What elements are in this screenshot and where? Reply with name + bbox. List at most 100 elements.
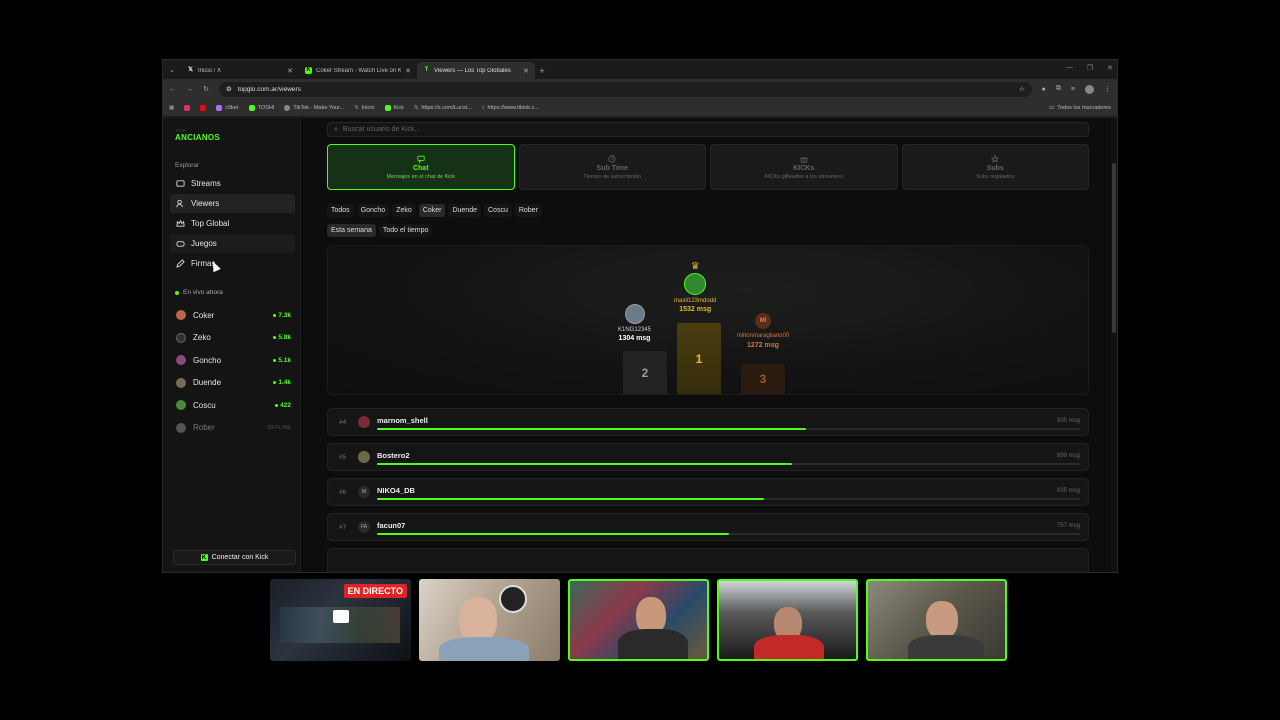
- podium-first[interactable]: ♛ maxii123mdodd 1532 msg: [674, 262, 717, 314]
- ranking-name: marnom_shell: [377, 416, 428, 425]
- streamer-coscu[interactable]: Coscu 422: [170, 394, 295, 417]
- podium-msg: 1532 msg: [679, 306, 712, 313]
- period-all-time[interactable]: Todo el tiempo: [378, 224, 433, 237]
- ranking-row[interactable]: #4 marnom_shell 935 msg: [327, 408, 1089, 436]
- back-icon[interactable]: ←: [169, 86, 176, 93]
- close-window-icon[interactable]: ✕: [1107, 64, 1113, 72]
- card-kicks[interactable]: KICKs KICKs gifteados a los streamers: [710, 144, 898, 190]
- nav-label: Top Global: [191, 219, 230, 228]
- reload-icon[interactable]: ↻: [203, 85, 209, 93]
- tab-viewers[interactable]: T Viewers — Los Top Globales ✕: [417, 62, 535, 79]
- close-tab-icon[interactable]: ✕: [405, 67, 411, 75]
- streamer-zeko[interactable]: Zeko 5.8k: [170, 327, 295, 350]
- rank-number: #5: [339, 454, 347, 461]
- bookmark-star-icon[interactable]: ☆: [1019, 85, 1025, 93]
- scrollbar-thumb[interactable]: [1112, 163, 1116, 333]
- streamer-coker[interactable]: Coker 7.3k: [170, 304, 295, 327]
- ranking-row[interactable]: #6 NI NIKO4_DB 835 msg: [327, 478, 1089, 506]
- webcam-2: [568, 579, 709, 661]
- ranking-msg: 935 msg: [1056, 418, 1080, 424]
- media-icon[interactable]: ≡: [1071, 86, 1075, 93]
- nav-top-global[interactable]: Top Global: [170, 214, 295, 233]
- x-icon: 𝕏: [188, 67, 193, 73]
- all-bookmarks[interactable]: ▭ Todos los marcadores: [1049, 105, 1111, 111]
- progress-bar: [377, 498, 764, 500]
- avatar: [176, 332, 186, 343]
- search-input[interactable]: ⌕ Buscar usuario de Kick...: [327, 122, 1089, 137]
- ranking-row[interactable]: #7 FA facun07 757 msg: [327, 513, 1089, 541]
- bookmark[interactable]: [184, 104, 191, 111]
- extension-icon[interactable]: ●: [1042, 86, 1046, 93]
- streamer-name: Coscu: [193, 400, 216, 410]
- bookmark[interactable]: ♪ https://www.tiktok.c...: [482, 105, 539, 111]
- bookmarks-bar: ▦ c0ker TOSHI TikTok - Make Your... 𝕏 Ini…: [163, 99, 1117, 117]
- section-title: Explorar: [175, 162, 200, 169]
- filter-todos[interactable]: Todos: [327, 204, 354, 217]
- ranking-row[interactable]: #5 Bostero2 898 msg: [327, 443, 1089, 471]
- bookmark[interactable]: [200, 104, 207, 111]
- streamer-rober[interactable]: Rober OFFLINE: [170, 417, 295, 440]
- tab-x[interactable]: 𝕏 Inicio / X ✕: [181, 62, 299, 79]
- apps-icon[interactable]: ▦: [169, 105, 174, 111]
- nav-label: Viewers: [191, 199, 220, 208]
- address-bar[interactable]: ⚙ topglo.com.ar/viewers ☆: [218, 81, 1032, 97]
- filter-goncho[interactable]: Goncho: [356, 204, 390, 217]
- tab-search-icon[interactable]: ⌄: [163, 60, 181, 79]
- profile-avatar[interactable]: [1085, 84, 1094, 94]
- bookmark[interactable]: Kick: [384, 104, 404, 111]
- gift-icon: [800, 157, 807, 163]
- filter-coker[interactable]: Coker: [418, 204, 446, 217]
- avatar: [176, 400, 186, 411]
- progress-bar: [377, 533, 729, 535]
- filter-coscu[interactable]: Coscu: [484, 204, 512, 217]
- card-sub-time[interactable]: Sub Time Tiempo de subscripción: [518, 144, 706, 190]
- connect-label: Conectar con Kick: [211, 554, 269, 561]
- kick-icon: [384, 104, 391, 111]
- nav-streams[interactable]: Streams: [170, 174, 295, 193]
- bookmark[interactable]: TikTok - Make Your...: [284, 104, 344, 111]
- bookmark-label: c0ker: [225, 104, 239, 111]
- card-title: Chat: [412, 164, 429, 172]
- period-week[interactable]: Esta semana: [327, 224, 376, 237]
- metric-cards: Chat Mensajes en el chat de Kick Sub Tim…: [327, 144, 1089, 190]
- forward-icon[interactable]: →: [186, 86, 193, 93]
- card-chat[interactable]: Chat Mensajes en el chat de Kick: [327, 144, 515, 190]
- puzzle-icon[interactable]: ⧉: [1056, 85, 1061, 93]
- new-tab-button[interactable]: +: [535, 62, 549, 79]
- podium-name: maxii123mdodd: [674, 298, 717, 304]
- nav-viewers[interactable]: Viewers: [170, 194, 295, 213]
- site-info-icon[interactable]: ⚙: [226, 85, 232, 93]
- card-title: KICKs: [793, 164, 815, 172]
- streamer-duende[interactable]: Duende 1.4k: [170, 372, 295, 395]
- bookmark[interactable]: TOSHI: [248, 104, 274, 111]
- filter-zeko[interactable]: Zeko: [392, 204, 416, 217]
- avatar: FA: [358, 521, 370, 533]
- connect-kick-button[interactable]: K Conectar con Kick: [173, 550, 296, 565]
- filter-rober[interactable]: Rober: [514, 204, 542, 217]
- browser-menu-icon[interactable]: ⋮: [1104, 85, 1111, 93]
- ranking-row[interactable]: [327, 548, 1089, 572]
- brand-logo[interactable]: ANCIANOS: [175, 133, 295, 142]
- tab-kick[interactable]: K Coker Stream - Watch Live on Kick ✕: [299, 62, 417, 79]
- card-subs[interactable]: Subs Subs regalados: [901, 144, 1089, 190]
- live-dot-icon: [175, 290, 179, 295]
- minimize-icon[interactable]: —: [1066, 64, 1073, 72]
- filter-duende[interactable]: Duende: [448, 204, 481, 217]
- close-tab-icon[interactable]: ✕: [287, 67, 293, 75]
- bookmark[interactable]: 𝕏 Inicio: [354, 105, 374, 111]
- tab-title: Viewers — Los Top Globales: [434, 67, 511, 74]
- restore-icon[interactable]: ❐: [1087, 64, 1093, 72]
- bookmark[interactable]: c0ker: [216, 104, 239, 111]
- nav-juegos[interactable]: Juegos: [170, 234, 295, 253]
- bookmark[interactable]: 𝕏https://x.com/Lucst...: [414, 105, 472, 111]
- streamer-goncho[interactable]: Goncho 5.1k: [170, 349, 295, 372]
- avatar: [684, 273, 707, 295]
- live-now-header: En vivo ahora: [175, 289, 295, 296]
- bookmark-label: Kick: [393, 104, 404, 111]
- nav-firmas[interactable]: Firmas: [170, 254, 295, 273]
- avatar: MI: [755, 313, 771, 329]
- podium-third[interactable]: MI miltonmaragliano00 1272 msg: [728, 313, 798, 349]
- page-scrollbar[interactable]: [1111, 118, 1117, 572]
- close-tab-icon[interactable]: ✕: [523, 67, 529, 75]
- podium-second[interactable]: K1NG12345 1304 msg: [618, 304, 651, 342]
